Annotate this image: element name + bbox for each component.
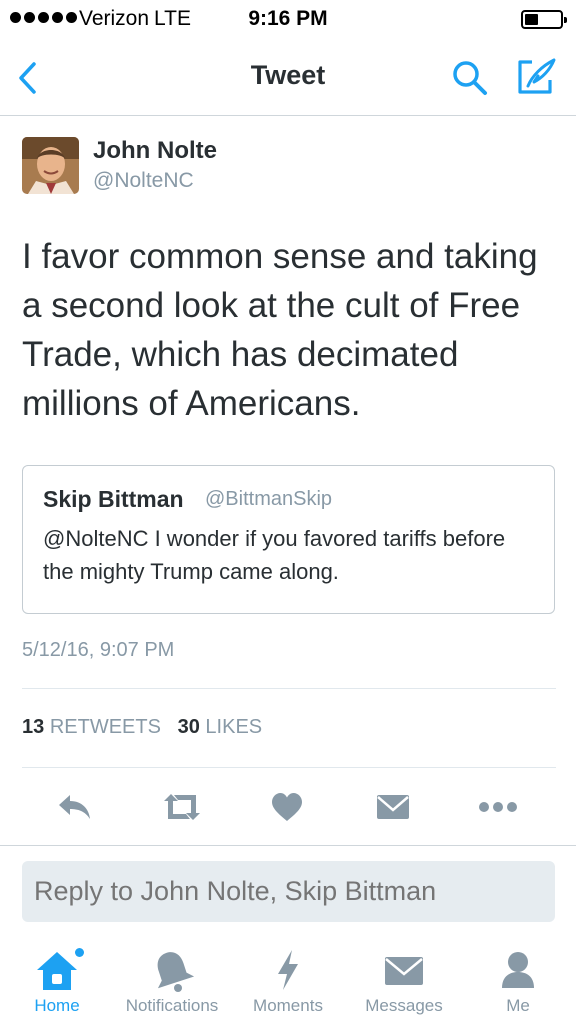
tab-label: Me bbox=[506, 996, 530, 1015]
quoted-author-name: Skip Bittman bbox=[43, 486, 184, 512]
tab-label: Moments bbox=[253, 996, 323, 1015]
tab-label: Notifications bbox=[125, 996, 219, 1015]
search-icon[interactable] bbox=[450, 58, 490, 98]
lightning-icon bbox=[278, 950, 298, 990]
tweet-text: I favor common sense and taking a second… bbox=[22, 237, 538, 423]
divider bbox=[22, 688, 556, 689]
divider bbox=[0, 845, 576, 846]
compose-icon[interactable] bbox=[514, 56, 558, 98]
reply-icon[interactable] bbox=[55, 788, 95, 826]
nav-bar: Tweet bbox=[0, 38, 576, 116]
tab-me[interactable]: Me bbox=[458, 940, 576, 1024]
retweet-icon[interactable] bbox=[160, 788, 204, 826]
tab-moments[interactable]: Moments bbox=[228, 940, 348, 1024]
tab-bar: Home Notifications Moments Messages Me bbox=[0, 940, 576, 1024]
unread-indicator bbox=[75, 948, 84, 957]
retweets-count[interactable]: 13 bbox=[22, 716, 44, 738]
status-time: 9:16 PM bbox=[248, 7, 328, 30]
likes-label[interactable]: LIKES bbox=[205, 716, 262, 738]
battery-icon bbox=[521, 10, 567, 29]
like-icon[interactable] bbox=[267, 788, 307, 826]
envelope-icon bbox=[385, 957, 423, 985]
direct-message-icon[interactable] bbox=[373, 788, 413, 826]
engagement-stats: 13 RETWEETS 30 LIKES bbox=[22, 716, 262, 739]
retweets-label[interactable]: RETWEETS bbox=[50, 716, 161, 738]
person-icon bbox=[502, 952, 534, 988]
tab-messages[interactable]: Messages bbox=[344, 940, 464, 1024]
tab-home[interactable]: Home bbox=[0, 940, 117, 1024]
tab-label: Messages bbox=[365, 996, 443, 1015]
status-bar: Verizon LTE 9:16 PM bbox=[0, 0, 576, 38]
author-name[interactable]: John Nolte bbox=[93, 137, 217, 165]
author-handle[interactable]: @NolteNC bbox=[93, 169, 194, 193]
likes-count[interactable]: 30 bbox=[178, 716, 200, 738]
quoted-tweet-text: @NolteNC I wonder if you favored tariffs… bbox=[43, 526, 506, 584]
tab-label: Home bbox=[34, 996, 80, 1015]
bell-icon bbox=[157, 952, 195, 992]
home-icon bbox=[37, 952, 77, 990]
divider bbox=[22, 767, 556, 768]
reply-input[interactable] bbox=[22, 861, 555, 922]
quoted-tweet-card[interactable]: Skip Bittman @BittmanSkip @NolteNC I won… bbox=[22, 465, 555, 614]
avatar[interactable] bbox=[22, 137, 79, 194]
more-icon[interactable] bbox=[478, 788, 518, 826]
quoted-author-handle: @BittmanSkip bbox=[205, 488, 333, 510]
tab-notifications[interactable]: Notifications bbox=[112, 940, 232, 1024]
tweet-timestamp: 5/12/16, 9:07 PM bbox=[22, 639, 175, 661]
